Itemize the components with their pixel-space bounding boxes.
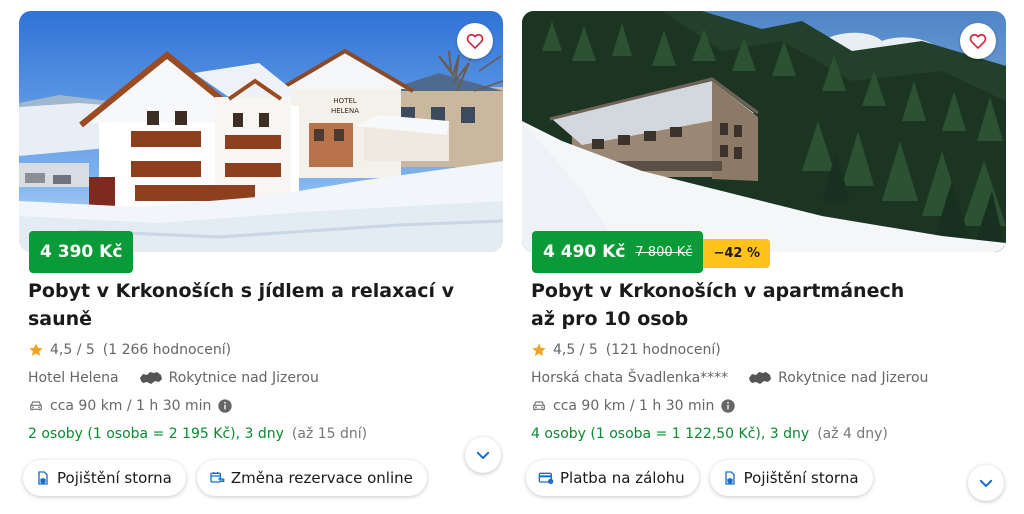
chip-cancellation-insurance[interactable]: Pojištění storna xyxy=(709,460,873,496)
current-price: 4 490 Kč xyxy=(543,242,626,262)
location-name: Rokytnice nad Jizerou xyxy=(168,370,319,386)
rating-count[interactable]: (1 266 hodnocení) xyxy=(103,342,231,358)
info-icon[interactable] xyxy=(720,398,736,414)
heart-icon xyxy=(969,33,987,49)
chalet-photo xyxy=(522,11,1006,252)
chevron-down-icon xyxy=(979,479,993,487)
price-tag: 4 390 Kč xyxy=(29,231,134,273)
chip-online-rebooking[interactable]: Změna rezervace online xyxy=(196,460,427,496)
hotel-name: Hotel Helena xyxy=(28,370,119,386)
rating-count[interactable]: (121 hodnocení) xyxy=(606,342,721,358)
chip-label: Pojištění storna xyxy=(743,469,859,487)
calendar-sync-icon xyxy=(210,472,225,483)
region-map-icon xyxy=(749,372,772,384)
distance-text: cca 90 km / 1 h 30 min xyxy=(50,398,212,414)
stay-details: 2 osoby (1 osoba = 2 195 Kč), 3 dny xyxy=(28,426,284,442)
credit-card-icon xyxy=(538,472,554,484)
stay-details: 4 osoby (1 osoba = 1 122,50 Kč), 3 dny xyxy=(531,426,810,442)
price-badge: 4 490 Kč 7 800 Kč xyxy=(532,231,704,273)
car-icon xyxy=(533,401,545,411)
current-price: 4 390 Kč xyxy=(40,242,123,262)
price-badge: 4 390 Kč xyxy=(29,231,134,273)
star-icon xyxy=(29,343,43,356)
offer-photo[interactable]: HOTEL HELENA xyxy=(19,11,503,252)
feature-chips: Platba na zálohu Pojištění storna xyxy=(522,460,1006,496)
info-icon[interactable] xyxy=(217,398,233,414)
offer-card[interactable]: HOTEL HELENA 4 390 Kč Pobyt v Krkonoších… xyxy=(19,11,503,496)
heart-icon xyxy=(466,33,484,49)
svg-text:HELENA: HELENA xyxy=(331,107,359,115)
chip-deposit-payment[interactable]: Platba na zálohu xyxy=(526,460,699,496)
rating-row: 4,5 / 5 (121 hodnocení) xyxy=(531,341,1006,359)
distance-row: cca 90 km / 1 h 30 min xyxy=(531,397,1006,415)
hotel-photo: HOTEL HELENA xyxy=(19,11,503,252)
offer-title[interactable]: Pobyt v Krkonoších v apartmánech až pro … xyxy=(522,277,922,333)
distance-row: cca 90 km / 1 h 30 min xyxy=(28,397,503,415)
favorite-button[interactable] xyxy=(960,23,996,59)
hotel-location-row: Hotel Helena Rokytnice nad Jizerou xyxy=(28,369,503,387)
feature-chips: Pojištění storna Změna rezervace online xyxy=(19,460,503,496)
offer-card[interactable]: 4 490 Kč 7 800 Kč −42 % Pobyt v Krkonoší… xyxy=(522,11,1006,501)
chevron-down-icon xyxy=(476,451,490,459)
chip-label: Platba na zálohu xyxy=(560,469,685,487)
stay-range: (až 15 dní) xyxy=(291,426,368,442)
favorite-button[interactable] xyxy=(457,23,493,59)
offer-info: 4,5 / 5 (1 266 hodnocení) Hotel Helena R… xyxy=(19,341,503,443)
rating-score: 4,5 / 5 xyxy=(50,342,95,358)
chip-label: Změna rezervace online xyxy=(230,469,413,487)
stay-row: 2 osoby (1 osoba = 2 195 Kč), 3 dny (až … xyxy=(28,425,503,443)
star-icon xyxy=(532,343,546,356)
insurance-icon xyxy=(725,471,735,485)
svg-text:HOTEL: HOTEL xyxy=(333,97,356,105)
stay-row: 4 osoby (1 osoba = 1 122,50 Kč), 3 dny (… xyxy=(531,425,1006,443)
offer-info: 4,5 / 5 (121 hodnocení) Horská chata Šva… xyxy=(522,341,1006,443)
offer-title[interactable]: Pobyt v Krkonoších s jídlem a relaxací v… xyxy=(19,277,489,333)
chip-cancellation-insurance[interactable]: Pojištění storna xyxy=(23,460,186,496)
distance-text: cca 90 km / 1 h 30 min xyxy=(553,398,715,414)
chip-label: Pojištění storna xyxy=(57,469,172,487)
location-name: Rokytnice nad Jizerou xyxy=(778,370,929,386)
hotel-name: Horská chata Švadlenka**** xyxy=(531,370,729,386)
car-icon xyxy=(30,401,42,411)
rating-row: 4,5 / 5 (1 266 hodnocení) xyxy=(28,341,503,359)
discount-badge: −42 % xyxy=(703,239,770,268)
region-map-icon xyxy=(139,372,162,384)
price-tag: 4 490 Kč 7 800 Kč −42 % xyxy=(532,231,770,273)
stay-range: (až 4 dny) xyxy=(817,426,888,442)
hotel-location-row: Horská chata Švadlenka**** Rokytnice nad… xyxy=(531,369,1006,387)
offer-photo[interactable] xyxy=(522,11,1006,252)
expand-button[interactable] xyxy=(465,437,501,473)
insurance-icon xyxy=(38,471,48,485)
rating-score: 4,5 / 5 xyxy=(553,342,598,358)
expand-button[interactable] xyxy=(968,465,1004,501)
original-price: 7 800 Kč xyxy=(635,244,693,260)
